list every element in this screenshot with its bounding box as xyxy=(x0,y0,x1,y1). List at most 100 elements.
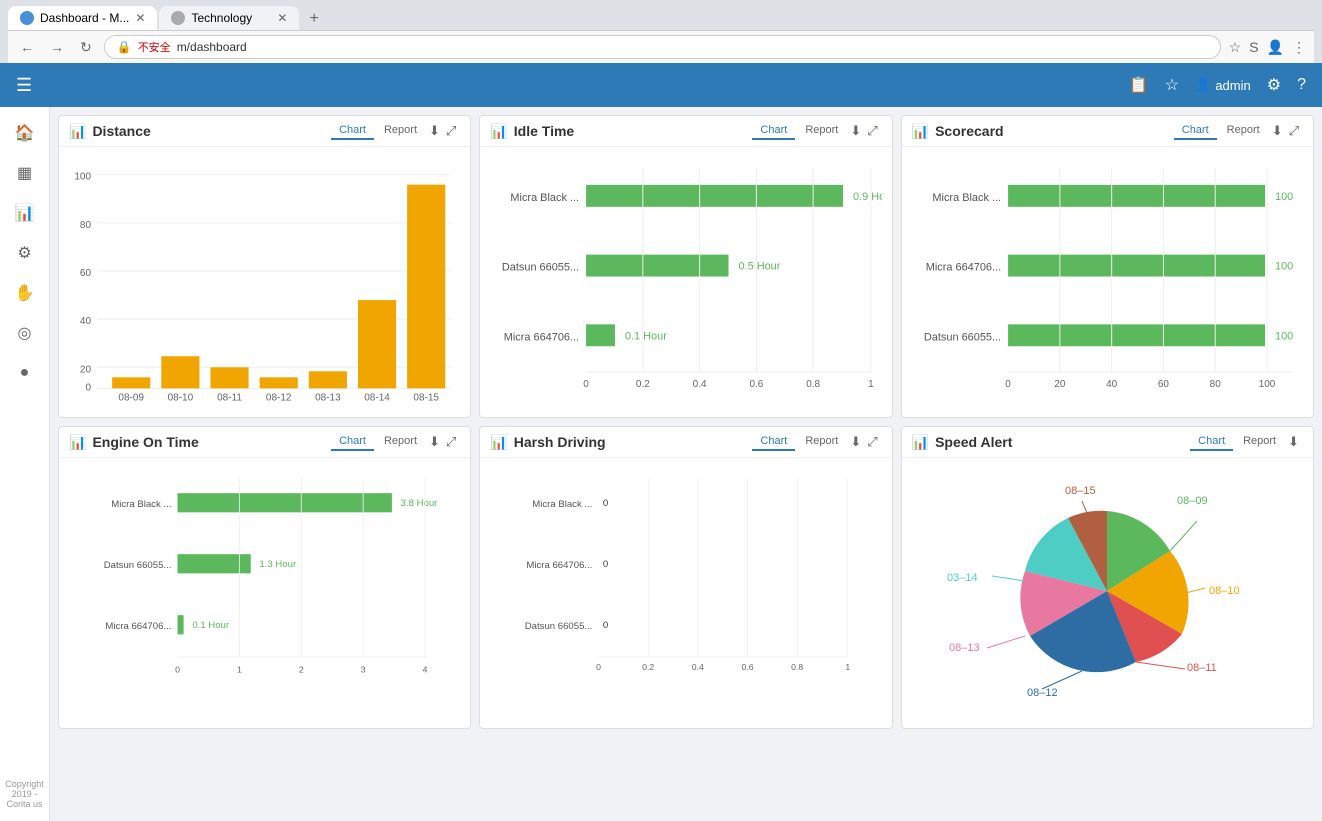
expand-icon-scorecard[interactable]: ⤢ xyxy=(1289,123,1299,139)
download-icon-harsh[interactable]: ⬇ xyxy=(850,434,861,450)
widget-distance-title: Distance xyxy=(92,123,331,139)
svg-text:0.9 Hour: 0.9 Hour xyxy=(853,191,881,203)
download-icon-idle[interactable]: ⬇ xyxy=(850,123,861,139)
svg-text:0.2: 0.2 xyxy=(642,662,654,672)
browser-tab-active[interactable]: Dashboard - M... ✕ xyxy=(8,6,157,30)
engine-chart-svg: Micra Black ... 3.8 Hour Datsun 66055...… xyxy=(69,474,460,718)
expand-icon[interactable]: ⤢ xyxy=(446,123,456,139)
tab-speed-chart[interactable]: Chart xyxy=(1190,433,1233,451)
dashboard-grid: 📊 Distance Chart Report ⬇ ⤢ xyxy=(58,115,1314,729)
tab-idle-chart[interactable]: Chart xyxy=(752,122,795,140)
bookmark-icon[interactable]: ☆ xyxy=(1229,39,1242,56)
tab-speed-report[interactable]: Report xyxy=(1235,433,1284,451)
sidebar-item-dot[interactable]: ● xyxy=(5,355,45,391)
address-bar[interactable]: 🔒 不安全 m/dashboard xyxy=(104,35,1221,59)
tab2-close-icon[interactable]: ✕ xyxy=(277,11,287,25)
forward-button[interactable]: → xyxy=(46,37,68,57)
tab-harsh-chart[interactable]: Chart xyxy=(752,433,795,451)
tab-engine-chart[interactable]: Chart xyxy=(331,433,374,451)
widget-distance-header: 📊 Distance Chart Report ⬇ ⤢ xyxy=(59,116,470,147)
widget-speed-alert: 📊 Speed Alert Chart Report ⬇ xyxy=(901,426,1314,729)
download-icon-speed[interactable]: ⬇ xyxy=(1288,434,1299,450)
svg-text:0.4: 0.4 xyxy=(692,662,704,672)
svg-text:Micra Black ...: Micra Black ... xyxy=(111,499,171,510)
svg-text:03–14: 03–14 xyxy=(947,572,978,584)
back-button[interactable]: ← xyxy=(16,37,38,57)
expand-icon-engine[interactable]: ⤢ xyxy=(446,434,456,450)
svg-text:2: 2 xyxy=(299,665,304,675)
svg-text:60: 60 xyxy=(1158,379,1170,390)
svg-text:0.4: 0.4 xyxy=(693,379,707,390)
user-label[interactable]: 👤 admin xyxy=(1195,77,1251,93)
idle-chart-svg: Micra Black ... 0.9 Hour Datsun 66055...… xyxy=(490,163,881,407)
tab-distance-chart[interactable]: Chart xyxy=(331,122,374,140)
svg-text:0.8: 0.8 xyxy=(791,662,803,672)
widget-idle-header: 📊 Idle Time Chart Report ⬇ ⤢ xyxy=(480,116,891,147)
browser-tab-technology[interactable]: Technology ✕ xyxy=(159,6,299,30)
sidebar-item-circle-o[interactable]: ◎ xyxy=(5,315,45,351)
tab-idle-report[interactable]: Report xyxy=(797,122,846,140)
speed-pie-container: 08–09 08–10 08–11 08–12 08–13 03–14 xyxy=(912,464,1303,718)
svg-text:100: 100 xyxy=(1258,379,1275,390)
refresh-button[interactable]: ↻ xyxy=(76,37,96,58)
svg-text:0: 0 xyxy=(603,620,608,631)
account-icon[interactable]: 👤 xyxy=(1267,39,1284,56)
tab-engine-report[interactable]: Report xyxy=(376,433,425,451)
sidebar-item-home[interactable]: 🏠 xyxy=(5,115,45,151)
download-icon[interactable]: ⬇ xyxy=(429,123,440,139)
protocol-label: 不安全 xyxy=(138,39,171,55)
sidebar-item-table[interactable]: ▦ xyxy=(5,155,45,191)
svg-text:80: 80 xyxy=(80,220,92,231)
widget-idle-tabs: Chart Report xyxy=(752,122,846,140)
expand-icon-harsh[interactable]: ⤢ xyxy=(867,434,877,450)
download-icon-scorecard[interactable]: ⬇ xyxy=(1272,123,1283,139)
active-tab-label: Dashboard - M... xyxy=(40,11,129,25)
sidebar-item-chart[interactable]: 📊 xyxy=(5,195,45,231)
idle-chart: Micra Black ... 0.9 Hour Datsun 66055...… xyxy=(490,153,881,407)
download-icon-engine[interactable]: ⬇ xyxy=(429,434,440,450)
svg-text:0.2: 0.2 xyxy=(636,379,650,390)
hamburger-icon[interactable]: ☰ xyxy=(16,75,32,96)
tab-harsh-report[interactable]: Report xyxy=(797,433,846,451)
tab-distance-report[interactable]: Report xyxy=(376,122,425,140)
tab-scorecard-chart[interactable]: Chart xyxy=(1174,122,1217,140)
svg-text:Datsun 66055...: Datsun 66055... xyxy=(525,621,593,632)
widget-idle-time: 📊 Idle Time Chart Report ⬇ ⤢ xyxy=(479,115,892,418)
profile-icon[interactable]: S xyxy=(1249,39,1258,56)
widget-harsh-tabs: Chart Report xyxy=(752,433,846,451)
svg-text:08–13: 08–13 xyxy=(949,642,980,654)
star-icon[interactable]: ☆ xyxy=(1165,75,1179,95)
distance-chart: 100 80 60 40 20 0 xyxy=(69,153,460,407)
notifications-icon[interactable]: 📋 xyxy=(1129,75,1149,95)
widget-idle-actions: ⬇ ⤢ xyxy=(846,123,881,139)
widget-harsh-icon: 📊 xyxy=(490,434,507,451)
browser-nav: ← → ↻ 🔒 不安全 m/dashboard ☆ S 👤 ⋮ xyxy=(8,30,1314,63)
widget-speed-icon: 📊 xyxy=(912,434,929,451)
tab-scorecard-report[interactable]: Report xyxy=(1219,122,1268,140)
sidebar-item-settings[interactable]: ⚙ xyxy=(5,235,45,271)
widget-speed-tabs: Chart Report xyxy=(1190,433,1284,451)
svg-text:0: 0 xyxy=(175,665,180,675)
sidebar-item-hand[interactable]: ✋ xyxy=(5,275,45,311)
expand-icon-idle[interactable]: ⤢ xyxy=(867,123,877,139)
menu-icon[interactable]: ⋮ xyxy=(1292,39,1306,56)
svg-text:08-13: 08-13 xyxy=(315,392,341,403)
widget-distance-tabs: Chart Report xyxy=(331,122,425,140)
tab2-favicon xyxy=(171,11,185,25)
svg-text:08–15: 08–15 xyxy=(1065,485,1096,497)
svg-text:08–09: 08–09 xyxy=(1177,495,1208,507)
help-icon[interactable]: ? xyxy=(1297,76,1306,94)
main-content: 📊 Distance Chart Report ⬇ ⤢ xyxy=(50,107,1322,821)
svg-text:08–10: 08–10 xyxy=(1209,585,1240,597)
svg-text:0: 0 xyxy=(85,382,91,393)
svg-text:3.8 Hour: 3.8 Hour xyxy=(401,498,439,509)
widget-idle-body: Micra Black ... 0.9 Hour Datsun 66055...… xyxy=(480,147,891,417)
tab-close-icon[interactable]: ✕ xyxy=(135,11,145,25)
widget-scorecard-header: 📊 Scorecard Chart Report ⬇ ⤢ xyxy=(902,116,1313,147)
header-right: 📋 ☆ 👤 admin ⚙ ? xyxy=(1129,75,1306,95)
widget-scorecard-body: Micra Black ... 100 Micra 664706... 100 … xyxy=(902,147,1313,417)
distance-chart-svg: 100 80 60 40 20 0 xyxy=(69,153,460,407)
svg-text:0: 0 xyxy=(596,662,601,672)
settings-icon[interactable]: ⚙ xyxy=(1267,75,1281,95)
new-tab-button[interactable]: + xyxy=(301,8,331,30)
